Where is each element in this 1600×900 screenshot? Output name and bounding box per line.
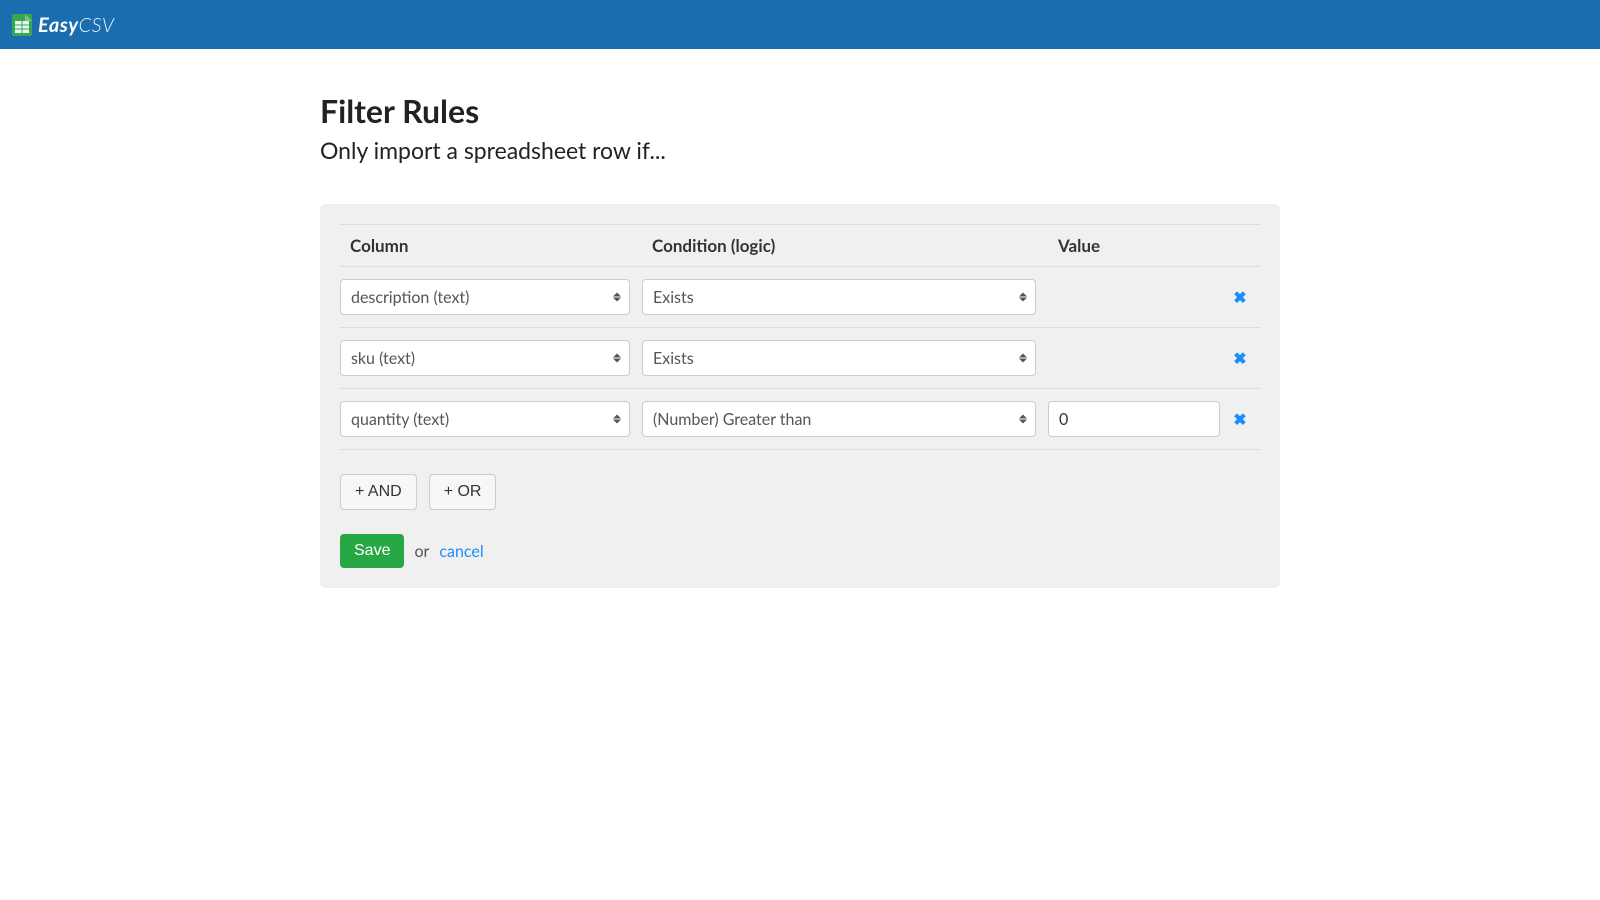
- table-header: Column Condition (logic) Value: [340, 224, 1260, 267]
- chevron-updown-icon: [613, 354, 621, 363]
- value-input[interactable]: 0: [1048, 401, 1220, 437]
- header-column: Column: [350, 235, 640, 256]
- condition-select[interactable]: Exists: [642, 340, 1036, 376]
- condition-select[interactable]: Exists: [642, 279, 1036, 315]
- page-title: Filter Rules: [320, 91, 1280, 130]
- delete-icon[interactable]: ✖: [1233, 410, 1246, 429]
- add-or-button[interactable]: + OR: [429, 474, 497, 510]
- header-value: Value: [1058, 235, 1210, 256]
- header-condition: Condition (logic): [652, 235, 1046, 256]
- page-subtitle: Only import a spreadsheet row if...: [320, 136, 1280, 164]
- or-text: or: [414, 542, 429, 561]
- chevron-updown-icon: [1019, 293, 1027, 302]
- chevron-updown-icon: [613, 415, 621, 424]
- column-select[interactable]: sku (text): [340, 340, 630, 376]
- delete-icon[interactable]: ✖: [1233, 288, 1246, 307]
- chevron-updown-icon: [613, 293, 621, 302]
- filter-panel: Column Condition (logic) Value descripti…: [320, 204, 1280, 588]
- spreadsheet-icon: [12, 14, 32, 36]
- column-select[interactable]: quantity (text): [340, 401, 630, 437]
- delete-icon[interactable]: ✖: [1233, 349, 1246, 368]
- cancel-link[interactable]: cancel: [439, 542, 483, 561]
- rule-row: description (text) Exists: [340, 267, 1260, 328]
- brand-logo[interactable]: EasyCSV: [12, 13, 115, 37]
- chevron-updown-icon: [1019, 415, 1027, 424]
- brand-text: EasyCSV: [38, 13, 115, 37]
- chevron-updown-icon: [1019, 354, 1027, 363]
- app-header: EasyCSV: [0, 0, 1600, 49]
- condition-select[interactable]: (Number) Greater than: [642, 401, 1036, 437]
- add-and-button[interactable]: + AND: [340, 474, 417, 510]
- rule-row: sku (text) Exists: [340, 328, 1260, 389]
- rule-row: quantity (text) (Number) Greater than: [340, 389, 1260, 449]
- save-button[interactable]: Save: [340, 534, 404, 568]
- column-select[interactable]: description (text): [340, 279, 630, 315]
